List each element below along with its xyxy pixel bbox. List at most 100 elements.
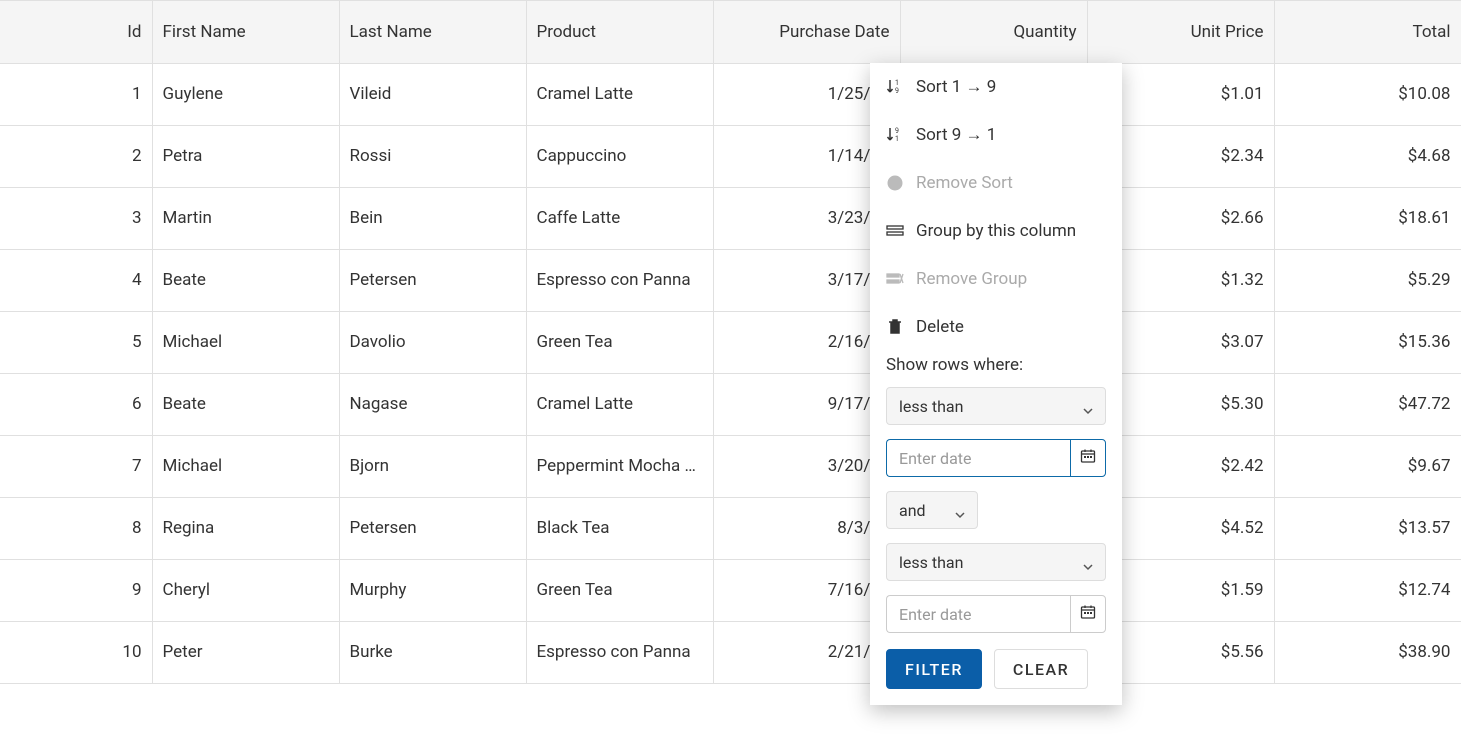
table-header-row: Id First Name Last Name Product Purchase… (0, 1, 1461, 63)
cell-product: Green Tea (526, 311, 713, 373)
cell-total: $38.90 (1274, 621, 1461, 683)
sort-asc-icon: 19 (886, 78, 904, 96)
cell-product: Cramel Latte (526, 63, 713, 125)
menu-group-by[interactable]: Group by this column (870, 207, 1122, 255)
col-header-last-name[interactable]: Last Name (339, 1, 526, 63)
cell-id: 6 (0, 373, 152, 435)
col-header-total[interactable]: Total (1274, 1, 1461, 63)
table-row[interactable]: 3MartinBeinCaffe Latte3/23/20$2.66$18.61 (0, 187, 1461, 249)
col-header-purchase-date-label: Purchase Date (779, 22, 889, 42)
svg-text:1: 1 (895, 79, 899, 87)
table-row[interactable]: 7MichaelBjornPeppermint Mocha …3/20/20$2… (0, 435, 1461, 497)
filter-apply-button[interactable]: FILTER (886, 649, 982, 689)
filter-operator-2[interactable]: less than (886, 543, 1106, 581)
svg-text:1: 1 (895, 135, 899, 143)
cell-total: $10.08 (1274, 63, 1461, 125)
chevron-down-icon (1083, 401, 1093, 411)
col-header-first-name[interactable]: First Name (152, 1, 339, 63)
menu-sort-asc[interactable]: 19 Sort 1 → 9 (870, 63, 1122, 111)
cell-total: $15.36 (1274, 311, 1461, 373)
chevron-down-icon (955, 505, 965, 515)
cell-id: 8 (0, 497, 152, 559)
filter-date-1-input[interactable]: Enter date (886, 439, 1070, 477)
cell-total: $4.68 (1274, 125, 1461, 187)
cell-last-name: Rossi (339, 125, 526, 187)
cell-id: 1 (0, 63, 152, 125)
col-header-quantity[interactable]: Quantity (900, 1, 1087, 63)
table-row[interactable]: 1GuyleneVileidCramel Latte1/25/20$1.01$1… (0, 63, 1461, 125)
cell-first-name: Petra (152, 125, 339, 187)
filter-date-1-picker[interactable] (1070, 439, 1106, 477)
menu-remove-sort: Remove Sort (870, 159, 1122, 207)
cell-id: 3 (0, 187, 152, 249)
menu-remove-group: Remove Group (870, 255, 1122, 303)
group-icon (886, 222, 904, 240)
table-row[interactable]: 10PeterBurkeEspresso con Panna2/21/20$5.… (0, 621, 1461, 683)
cell-id: 4 (0, 249, 152, 311)
cell-product: Black Tea (526, 497, 713, 559)
table-row[interactable]: 8ReginaPetersenBlack Tea8/3/20$4.52$13.5… (0, 497, 1461, 559)
cell-product: Peppermint Mocha … (526, 435, 713, 497)
menu-group-by-label: Group by this column (916, 221, 1076, 241)
chevron-down-icon (1083, 557, 1093, 567)
filter-show-rows-label: Show rows where: (886, 355, 1106, 375)
table-row[interactable]: 5MichaelDavolioGreen Tea2/16/20$3.07$15.… (0, 311, 1461, 373)
filter-date-2-picker[interactable] (1070, 595, 1106, 633)
cell-first-name: Martin (152, 187, 339, 249)
filter-date-2-input[interactable]: Enter date (886, 595, 1070, 633)
cell-total: $13.57 (1274, 497, 1461, 559)
cell-last-name: Burke (339, 621, 526, 683)
cell-id: 2 (0, 125, 152, 187)
filter-operator-1[interactable]: less than (886, 387, 1106, 425)
cell-first-name: Michael (152, 311, 339, 373)
cell-product: Espresso con Panna (526, 249, 713, 311)
cell-total: $9.67 (1274, 435, 1461, 497)
cell-first-name: Beate (152, 249, 339, 311)
filter-clear-button[interactable]: CLEAR (994, 649, 1088, 689)
table-row[interactable]: 4BeatePetersenEspresso con Panna3/17/20$… (0, 249, 1461, 311)
remove-sort-icon (886, 174, 904, 192)
column-menu: 19 Sort 1 → 9 91 Sort 9 → 1 Remove Sort … (870, 63, 1122, 705)
menu-remove-group-label: Remove Group (916, 269, 1027, 289)
cell-id: 9 (0, 559, 152, 621)
cell-last-name: Murphy (339, 559, 526, 621)
filter-operator-2-value: less than (899, 553, 963, 572)
cell-total: $47.72 (1274, 373, 1461, 435)
table-row[interactable]: 6BeateNagaseCramel Latte9/17/20$5.30$47.… (0, 373, 1461, 435)
cell-last-name: Nagase (339, 373, 526, 435)
cell-first-name: Beate (152, 373, 339, 435)
menu-sort-desc-label: Sort 9 → 1 (916, 125, 996, 145)
svg-text:9: 9 (895, 87, 899, 95)
menu-delete[interactable]: Delete (870, 303, 1122, 351)
trash-icon (886, 318, 904, 336)
sort-desc-icon: 91 (886, 126, 904, 144)
cell-id: 10 (0, 621, 152, 683)
menu-delete-label: Delete (916, 317, 964, 337)
cell-first-name: Guylene (152, 63, 339, 125)
col-header-product[interactable]: Product (526, 1, 713, 63)
cell-product: Green Tea (526, 559, 713, 621)
table-row[interactable]: 2PetraRossiCappuccino1/14/20$2.34$4.68 (0, 125, 1461, 187)
cell-last-name: Bein (339, 187, 526, 249)
col-header-purchase-date[interactable]: Purchase Date (713, 1, 900, 63)
cell-product: Cramel Latte (526, 373, 713, 435)
cell-first-name: Regina (152, 497, 339, 559)
filter-date-2-placeholder: Enter date (899, 605, 971, 624)
svg-text:9: 9 (895, 127, 899, 135)
cell-total: $5.29 (1274, 249, 1461, 311)
col-header-unit-price[interactable]: Unit Price (1087, 1, 1274, 63)
cell-product: Cappuccino (526, 125, 713, 187)
col-header-id[interactable]: Id (0, 1, 152, 63)
filter-logic[interactable]: and (886, 491, 978, 529)
remove-group-icon (886, 270, 904, 288)
calendar-icon (1080, 448, 1096, 468)
cell-id: 5 (0, 311, 152, 373)
cell-first-name: Michael (152, 435, 339, 497)
menu-sort-desc[interactable]: 91 Sort 9 → 1 (870, 111, 1122, 159)
table-row[interactable]: 9CherylMurphyGreen Tea7/16/20$1.59$12.74 (0, 559, 1461, 621)
filter-operator-1-value: less than (899, 397, 963, 416)
cell-last-name: Bjorn (339, 435, 526, 497)
menu-remove-sort-label: Remove Sort (916, 173, 1013, 193)
filter-section: Show rows where: less than Enter date an… (870, 351, 1122, 633)
table: Id First Name Last Name Product Purchase… (0, 1, 1461, 684)
